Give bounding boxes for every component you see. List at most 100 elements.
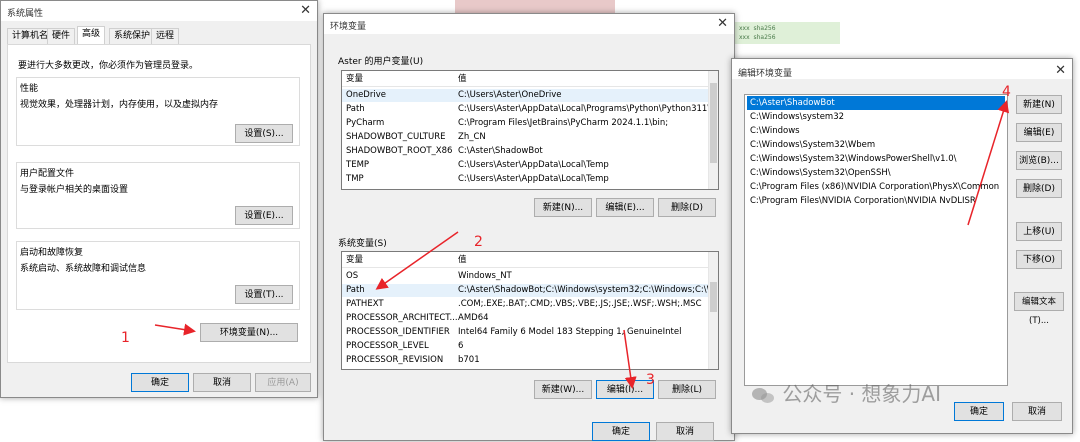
var-value: b701	[458, 355, 480, 365]
tab-remote[interactable]: 远程	[151, 28, 180, 44]
list-item[interactable]: C:\Windows\System32\OpenSSH\	[747, 166, 1005, 180]
var-value: C:\Aster\ShadowBot	[458, 146, 543, 156]
var-name: PROCESSOR_LEVEL	[346, 341, 429, 351]
var-value: AMD64	[458, 313, 489, 323]
list-item[interactable]: PROCESSOR_LEVEL 6	[342, 340, 718, 353]
var-value: C:\Program Files\JetBrains\PyCharm 2024.…	[458, 118, 669, 128]
move-down-button[interactable]: 下移(O)	[1016, 250, 1062, 269]
list-item[interactable]: PATHEXT .COM;.EXE;.BAT;.CMD;.VBS;.VBE;.JS…	[342, 298, 718, 311]
tab-advanced[interactable]: 高级	[77, 26, 106, 44]
list-item[interactable]: C:\Program Files\NVIDIA Corporation\NVID…	[747, 194, 1005, 208]
apply-button[interactable]: 应用(A)	[255, 373, 311, 392]
system-delete-button[interactable]: 删除(L)	[658, 380, 716, 399]
startup-recovery-group: 启动和故障恢复 系统启动、系统故障和调试信息 设置(T)...	[16, 241, 300, 310]
environment-variables-window: 环境变量 ✕ Aster 的用户变量(U) 变量 值 OneDrive C:\Us…	[323, 13, 735, 441]
group-desc: 视觉效果，处理器计划，内存使用，以及虚拟内存	[20, 100, 219, 110]
var-name: SHADOWBOT_ROOT_X86	[346, 146, 453, 156]
close-icon[interactable]: ✕	[1055, 63, 1066, 78]
user-delete-button[interactable]: 删除(D)	[658, 198, 716, 217]
bg-text: xxx	[739, 34, 750, 41]
window-title: 系统属性	[7, 9, 44, 19]
cancel-button[interactable]: 取消	[656, 422, 714, 441]
path-entries-list[interactable]: C:\Aster\ShadowBot C:\Windows\system32 C…	[744, 94, 1008, 386]
system-new-button[interactable]: 新建(W)...	[534, 380, 592, 399]
list-item[interactable]: TMP C:\Users\Aster\AppData\Local\Temp	[342, 173, 718, 186]
var-value: C:\Users\Aster\OneDrive	[458, 90, 562, 100]
list-item[interactable]: C:\Windows\System32\Wbem	[747, 138, 1005, 152]
startup-settings-button[interactable]: 设置(T)...	[235, 285, 293, 304]
move-up-button[interactable]: 上移(U)	[1016, 222, 1062, 241]
scrollbar[interactable]	[708, 71, 718, 189]
list-item-path-selected[interactable]: Path C:\Aster\ShadowBot;C:\Windows\system…	[342, 284, 718, 297]
list-item[interactable]: C:\Windows\system32	[747, 110, 1005, 124]
list-header: 变量 值	[342, 73, 718, 87]
group-desc: 系统启动、系统故障和调试信息	[20, 264, 147, 274]
titlebar: 编辑环境变量 ✕	[732, 59, 1072, 79]
var-value: C:\Users\Aster\AppData\Local\Temp	[458, 174, 609, 184]
list-item[interactable]: C:\Program Files (x86)\NVIDIA Corporatio…	[747, 180, 1005, 194]
window-title: 编辑环境变量	[738, 69, 793, 79]
var-value: Zh_CN	[458, 132, 486, 142]
close-icon[interactable]: ✕	[300, 3, 311, 18]
list-item[interactable]: SHADOWBOT_ROOT_X86 C:\Aster\ShadowBot	[342, 145, 718, 158]
close-icon[interactable]: ✕	[717, 16, 728, 31]
var-value: 6	[458, 341, 464, 351]
list-item[interactable]: OS Windows_NT	[342, 270, 718, 283]
tab-system-protection[interactable]: 系统保护	[109, 28, 156, 44]
column-header-variable[interactable]: 变量	[346, 73, 363, 86]
var-name: SHADOWBOT_CULTURE	[346, 132, 446, 142]
delete-path-button[interactable]: 删除(D)	[1016, 179, 1062, 198]
column-header-value[interactable]: 值	[458, 254, 467, 267]
user-edit-button[interactable]: 编辑(E)...	[596, 198, 654, 217]
var-name: Path	[346, 285, 365, 295]
cancel-button[interactable]: 取消	[193, 373, 251, 392]
list-item[interactable]: PyCharm C:\Program Files\JetBrains\PyChar…	[342, 117, 718, 130]
column-header-variable[interactable]: 变量	[346, 254, 363, 267]
var-name: PROCESSOR_ARCHITECT...	[346, 313, 458, 323]
edit-path-button[interactable]: 编辑(E)	[1016, 123, 1062, 142]
var-name: TEMP	[346, 160, 370, 170]
tab-hardware[interactable]: 硬件	[47, 28, 76, 44]
var-name: OS	[346, 271, 359, 281]
list-item-path-selected[interactable]: C:\Aster\ShadowBot	[747, 96, 1005, 110]
annotation-number-2: 2	[474, 234, 483, 250]
scrollbar[interactable]	[708, 252, 718, 369]
ok-button[interactable]: 确定	[954, 402, 1004, 421]
column-header-value[interactable]: 值	[458, 73, 467, 86]
user-profiles-settings-button[interactable]: 设置(E)...	[235, 206, 293, 225]
scrollbar-thumb[interactable]	[710, 83, 717, 163]
list-item[interactable]: C:\Windows\System32\WindowsPowerShell\v1…	[747, 152, 1005, 166]
bg-text: sha256	[753, 25, 776, 32]
group-desc: 与登录帐户相关的桌面设置	[20, 185, 129, 195]
bg-text: xxx	[739, 25, 750, 32]
group-label: 性能	[20, 81, 39, 94]
list-item[interactable]: PROCESSOR_ARCHITECT... AMD64	[342, 312, 718, 325]
var-name: PROCESSOR_REVISION	[346, 355, 444, 365]
cancel-button[interactable]: 取消	[1012, 402, 1062, 421]
scrollbar-thumb[interactable]	[710, 282, 717, 312]
system-variables-list[interactable]: 变量 值 OS Windows_NT Path C:\Aster\ShadowBot…	[341, 251, 719, 370]
user-new-button[interactable]: 新建(N)...	[534, 198, 592, 217]
user-variables-list[interactable]: 变量 值 OneDrive C:\Users\Aster\OneDrive Pat…	[341, 70, 719, 190]
environment-variables-button[interactable]: 环境变量(N)...	[200, 323, 298, 342]
wechat-icon	[752, 386, 776, 406]
list-item[interactable]: PROCESSOR_IDENTIFIER Intel64 Family 6 Mod…	[342, 326, 718, 339]
edit-text-button[interactable]: 编辑文本(T)...	[1014, 292, 1064, 326]
performance-settings-button[interactable]: 设置(S)...	[235, 124, 293, 143]
user-vars-label: Aster 的用户变量(U)	[338, 57, 424, 67]
ok-button[interactable]: 确定	[131, 373, 189, 392]
list-item[interactable]: C:\Windows	[747, 124, 1005, 138]
browse-button[interactable]: 浏览(B)...	[1016, 151, 1062, 170]
var-value: Windows_NT	[458, 271, 512, 281]
list-item[interactable]: SHADOWBOT_CULTURE Zh_CN	[342, 131, 718, 144]
var-name: PATHEXT	[346, 299, 384, 309]
ok-button[interactable]: 确定	[592, 422, 650, 441]
list-item[interactable]: OneDrive C:\Users\Aster\OneDrive	[342, 89, 718, 102]
list-item[interactable]: PROCESSOR_REVISION b701	[342, 354, 718, 367]
list-item[interactable]: TEMP C:\Users\Aster\AppData\Local\Temp	[342, 159, 718, 172]
var-value: .COM;.EXE;.BAT;.CMD;.VBS;.VBE;.JS;.JSE;.…	[458, 299, 702, 309]
bg-fragment: xxx sha256 xxx sha256	[735, 22, 840, 44]
list-item[interactable]: Path C:\Users\Aster\AppData\Local\Program…	[342, 103, 718, 116]
new-path-button[interactable]: 新建(N)	[1016, 95, 1062, 114]
annotation-number-4: 4	[1002, 84, 1011, 100]
